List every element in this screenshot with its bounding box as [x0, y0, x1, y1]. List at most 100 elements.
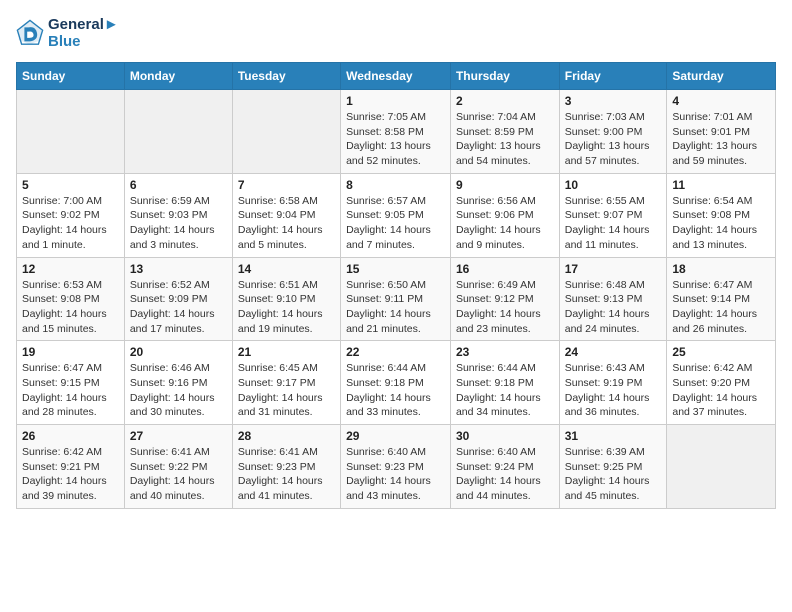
- day-number: 28: [238, 429, 335, 443]
- calendar-cell: 24 Sunrise: 6:43 AMSunset: 9:19 PMDayligh…: [559, 341, 667, 425]
- weekday-header-thursday: Thursday: [450, 63, 559, 90]
- day-detail: Sunrise: 6:41 AMSunset: 9:23 PMDaylight:…: [238, 445, 335, 504]
- day-detail: Sunrise: 6:47 AMSunset: 9:15 PMDaylight:…: [22, 361, 119, 420]
- weekday-header-row: SundayMondayTuesdayWednesdayThursdayFrid…: [17, 63, 776, 90]
- calendar-cell: 29 Sunrise: 6:40 AMSunset: 9:23 PMDayligh…: [341, 425, 451, 509]
- day-number: 1: [346, 94, 445, 108]
- calendar-cell: 12Sunrise: 6:53 AMSunset: 9:08 PMDayligh…: [17, 257, 125, 341]
- day-number: 29: [346, 429, 445, 443]
- logo-text: General► Blue: [48, 16, 119, 50]
- calendar-cell: 20Sunrise: 6:46 AMSunset: 9:16 PMDayligh…: [124, 341, 232, 425]
- day-number: 5: [22, 178, 119, 192]
- calendar-cell: 7 Sunrise: 6:58 AMSunset: 9:04 PMDaylight…: [232, 173, 340, 257]
- day-number: 14: [238, 262, 335, 276]
- calendar-cell: 11 Sunrise: 6:54 AMSunset: 9:08 PMDayligh…: [667, 173, 776, 257]
- calendar-cell: 3 Sunrise: 7:03 AMSunset: 9:00 PMDaylight…: [559, 90, 667, 174]
- day-detail: Sunrise: 6:44 AMSunset: 9:18 PMDaylight:…: [456, 361, 554, 420]
- day-number: 26: [22, 429, 119, 443]
- day-number: 10: [565, 178, 662, 192]
- calendar-cell: 1 Sunrise: 7:05 AMSunset: 8:58 PMDaylight…: [341, 90, 451, 174]
- day-number: 15: [346, 262, 445, 276]
- day-number: 8: [346, 178, 445, 192]
- day-detail: Sunrise: 6:42 AMSunset: 9:20 PMDaylight:…: [672, 361, 770, 420]
- day-detail: Sunrise: 6:45 AMSunset: 9:17 PMDaylight:…: [238, 361, 335, 420]
- calendar-cell: 30Sunrise: 6:40 AMSunset: 9:24 PMDayligh…: [450, 425, 559, 509]
- day-number: 22: [346, 345, 445, 359]
- day-number: 7: [238, 178, 335, 192]
- calendar-week-row: 12Sunrise: 6:53 AMSunset: 9:08 PMDayligh…: [17, 257, 776, 341]
- calendar-cell: 17 Sunrise: 6:48 AMSunset: 9:13 PMDayligh…: [559, 257, 667, 341]
- day-detail: Sunrise: 6:59 AMSunset: 9:03 PMDaylight:…: [130, 194, 227, 253]
- weekday-header-wednesday: Wednesday: [341, 63, 451, 90]
- calendar-cell: 13 Sunrise: 6:52 AMSunset: 9:09 PMDayligh…: [124, 257, 232, 341]
- logo: General► Blue: [16, 16, 119, 50]
- day-number: 3: [565, 94, 662, 108]
- calendar-week-row: 1 Sunrise: 7:05 AMSunset: 8:58 PMDaylight…: [17, 90, 776, 174]
- day-detail: Sunrise: 6:52 AMSunset: 9:09 PMDaylight:…: [130, 278, 227, 337]
- day-detail: Sunrise: 7:04 AMSunset: 8:59 PMDaylight:…: [456, 110, 554, 169]
- calendar-week-row: 26 Sunrise: 6:42 AMSunset: 9:21 PMDayligh…: [17, 425, 776, 509]
- day-detail: Sunrise: 7:05 AMSunset: 8:58 PMDaylight:…: [346, 110, 445, 169]
- page-header: General► Blue: [16, 16, 776, 50]
- calendar-cell: 15 Sunrise: 6:50 AMSunset: 9:11 PMDayligh…: [341, 257, 451, 341]
- calendar-cell: 4 Sunrise: 7:01 AMSunset: 9:01 PMDaylight…: [667, 90, 776, 174]
- calendar-cell: 19 Sunrise: 6:47 AMSunset: 9:15 PMDayligh…: [17, 341, 125, 425]
- day-number: 18: [672, 262, 770, 276]
- day-detail: Sunrise: 6:49 AMSunset: 9:12 PMDaylight:…: [456, 278, 554, 337]
- day-detail: Sunrise: 6:54 AMSunset: 9:08 PMDaylight:…: [672, 194, 770, 253]
- day-number: 21: [238, 345, 335, 359]
- calendar-cell: 16Sunrise: 6:49 AMSunset: 9:12 PMDayligh…: [450, 257, 559, 341]
- day-number: 27: [130, 429, 227, 443]
- day-detail: Sunrise: 6:51 AMSunset: 9:10 PMDaylight:…: [238, 278, 335, 337]
- calendar-cell: 10Sunrise: 6:55 AMSunset: 9:07 PMDayligh…: [559, 173, 667, 257]
- day-number: 4: [672, 94, 770, 108]
- calendar-cell: 25 Sunrise: 6:42 AMSunset: 9:20 PMDayligh…: [667, 341, 776, 425]
- weekday-header-friday: Friday: [559, 63, 667, 90]
- day-detail: Sunrise: 6:56 AMSunset: 9:06 PMDaylight:…: [456, 194, 554, 253]
- calendar-cell: [232, 90, 340, 174]
- calendar-cell: 26 Sunrise: 6:42 AMSunset: 9:21 PMDayligh…: [17, 425, 125, 509]
- day-number: 6: [130, 178, 227, 192]
- day-number: 24: [565, 345, 662, 359]
- weekday-header-tuesday: Tuesday: [232, 63, 340, 90]
- calendar-cell: 5 Sunrise: 7:00 AMSunset: 9:02 PMDaylight…: [17, 173, 125, 257]
- calendar-cell: [667, 425, 776, 509]
- day-detail: Sunrise: 6:40 AMSunset: 9:23 PMDaylight:…: [346, 445, 445, 504]
- calendar-cell: 2Sunrise: 7:04 AMSunset: 8:59 PMDaylight…: [450, 90, 559, 174]
- weekday-header-monday: Monday: [124, 63, 232, 90]
- weekday-header-sunday: Sunday: [17, 63, 125, 90]
- day-detail: Sunrise: 6:58 AMSunset: 9:04 PMDaylight:…: [238, 194, 335, 253]
- calendar-cell: 27 Sunrise: 6:41 AMSunset: 9:22 PMDayligh…: [124, 425, 232, 509]
- calendar-table: SundayMondayTuesdayWednesdayThursdayFrid…: [16, 62, 776, 509]
- day-detail: Sunrise: 6:41 AMSunset: 9:22 PMDaylight:…: [130, 445, 227, 504]
- day-detail: Sunrise: 7:03 AMSunset: 9:00 PMDaylight:…: [565, 110, 662, 169]
- calendar-cell: [17, 90, 125, 174]
- day-number: 11: [672, 178, 770, 192]
- day-detail: Sunrise: 6:40 AMSunset: 9:24 PMDaylight:…: [456, 445, 554, 504]
- day-number: 19: [22, 345, 119, 359]
- day-detail: Sunrise: 6:50 AMSunset: 9:11 PMDaylight:…: [346, 278, 445, 337]
- calendar-week-row: 19 Sunrise: 6:47 AMSunset: 9:15 PMDayligh…: [17, 341, 776, 425]
- calendar-cell: 23 Sunrise: 6:44 AMSunset: 9:18 PMDayligh…: [450, 341, 559, 425]
- calendar-cell: 21 Sunrise: 6:45 AMSunset: 9:17 PMDayligh…: [232, 341, 340, 425]
- calendar-cell: 9 Sunrise: 6:56 AMSunset: 9:06 PMDaylight…: [450, 173, 559, 257]
- day-number: 9: [456, 178, 554, 192]
- day-number: 17: [565, 262, 662, 276]
- calendar-cell: 6 Sunrise: 6:59 AMSunset: 9:03 PMDaylight…: [124, 173, 232, 257]
- day-number: 25: [672, 345, 770, 359]
- day-detail: Sunrise: 6:47 AMSunset: 9:14 PMDaylight:…: [672, 278, 770, 337]
- day-number: 13: [130, 262, 227, 276]
- day-number: 23: [456, 345, 554, 359]
- calendar-week-row: 5 Sunrise: 7:00 AMSunset: 9:02 PMDaylight…: [17, 173, 776, 257]
- day-detail: Sunrise: 7:00 AMSunset: 9:02 PMDaylight:…: [22, 194, 119, 253]
- day-detail: Sunrise: 7:01 AMSunset: 9:01 PMDaylight:…: [672, 110, 770, 169]
- day-detail: Sunrise: 6:48 AMSunset: 9:13 PMDaylight:…: [565, 278, 662, 337]
- calendar-cell: 18 Sunrise: 6:47 AMSunset: 9:14 PMDayligh…: [667, 257, 776, 341]
- calendar-cell: 31Sunrise: 6:39 AMSunset: 9:25 PMDayligh…: [559, 425, 667, 509]
- day-number: 12: [22, 262, 119, 276]
- day-number: 31: [565, 429, 662, 443]
- day-number: 20: [130, 345, 227, 359]
- day-detail: Sunrise: 6:43 AMSunset: 9:19 PMDaylight:…: [565, 361, 662, 420]
- day-detail: Sunrise: 6:42 AMSunset: 9:21 PMDaylight:…: [22, 445, 119, 504]
- calendar-cell: [124, 90, 232, 174]
